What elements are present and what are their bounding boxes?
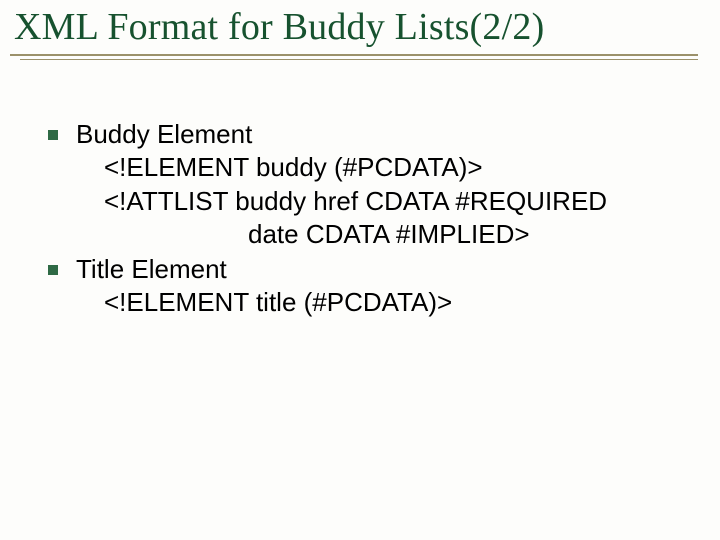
- list-item: Buddy Element <!ELEMENT buddy (#PCDATA)>…: [48, 118, 680, 251]
- title-rule-inner: [20, 59, 698, 60]
- code-line: <!ELEMENT buddy (#PCDATA)>: [76, 151, 680, 184]
- slide: XML Format for Buddy Lists(2/2) Buddy El…: [0, 0, 720, 540]
- item-heading: Buddy Element: [76, 118, 680, 151]
- title-rule-outer: [10, 54, 698, 56]
- slide-body: Buddy Element <!ELEMENT buddy (#PCDATA)>…: [48, 118, 680, 320]
- item-heading: Title Element: [76, 253, 680, 286]
- bullet-icon: [48, 265, 58, 275]
- code-line: <!ELEMENT title (#PCDATA)>: [76, 286, 680, 319]
- code-line: <!ATTLIST buddy href CDATA #REQUIRED: [76, 185, 680, 218]
- code-line: date CDATA #IMPLIED>: [76, 218, 680, 251]
- title-region: XML Format for Buddy Lists(2/2): [10, 8, 698, 72]
- item-body: Title Element <!ELEMENT title (#PCDATA)>: [76, 253, 680, 320]
- list-item: Title Element <!ELEMENT title (#PCDATA)>: [48, 253, 680, 320]
- bullet-icon: [48, 130, 58, 140]
- item-body: Buddy Element <!ELEMENT buddy (#PCDATA)>…: [76, 118, 680, 251]
- slide-title: XML Format for Buddy Lists(2/2): [10, 8, 698, 54]
